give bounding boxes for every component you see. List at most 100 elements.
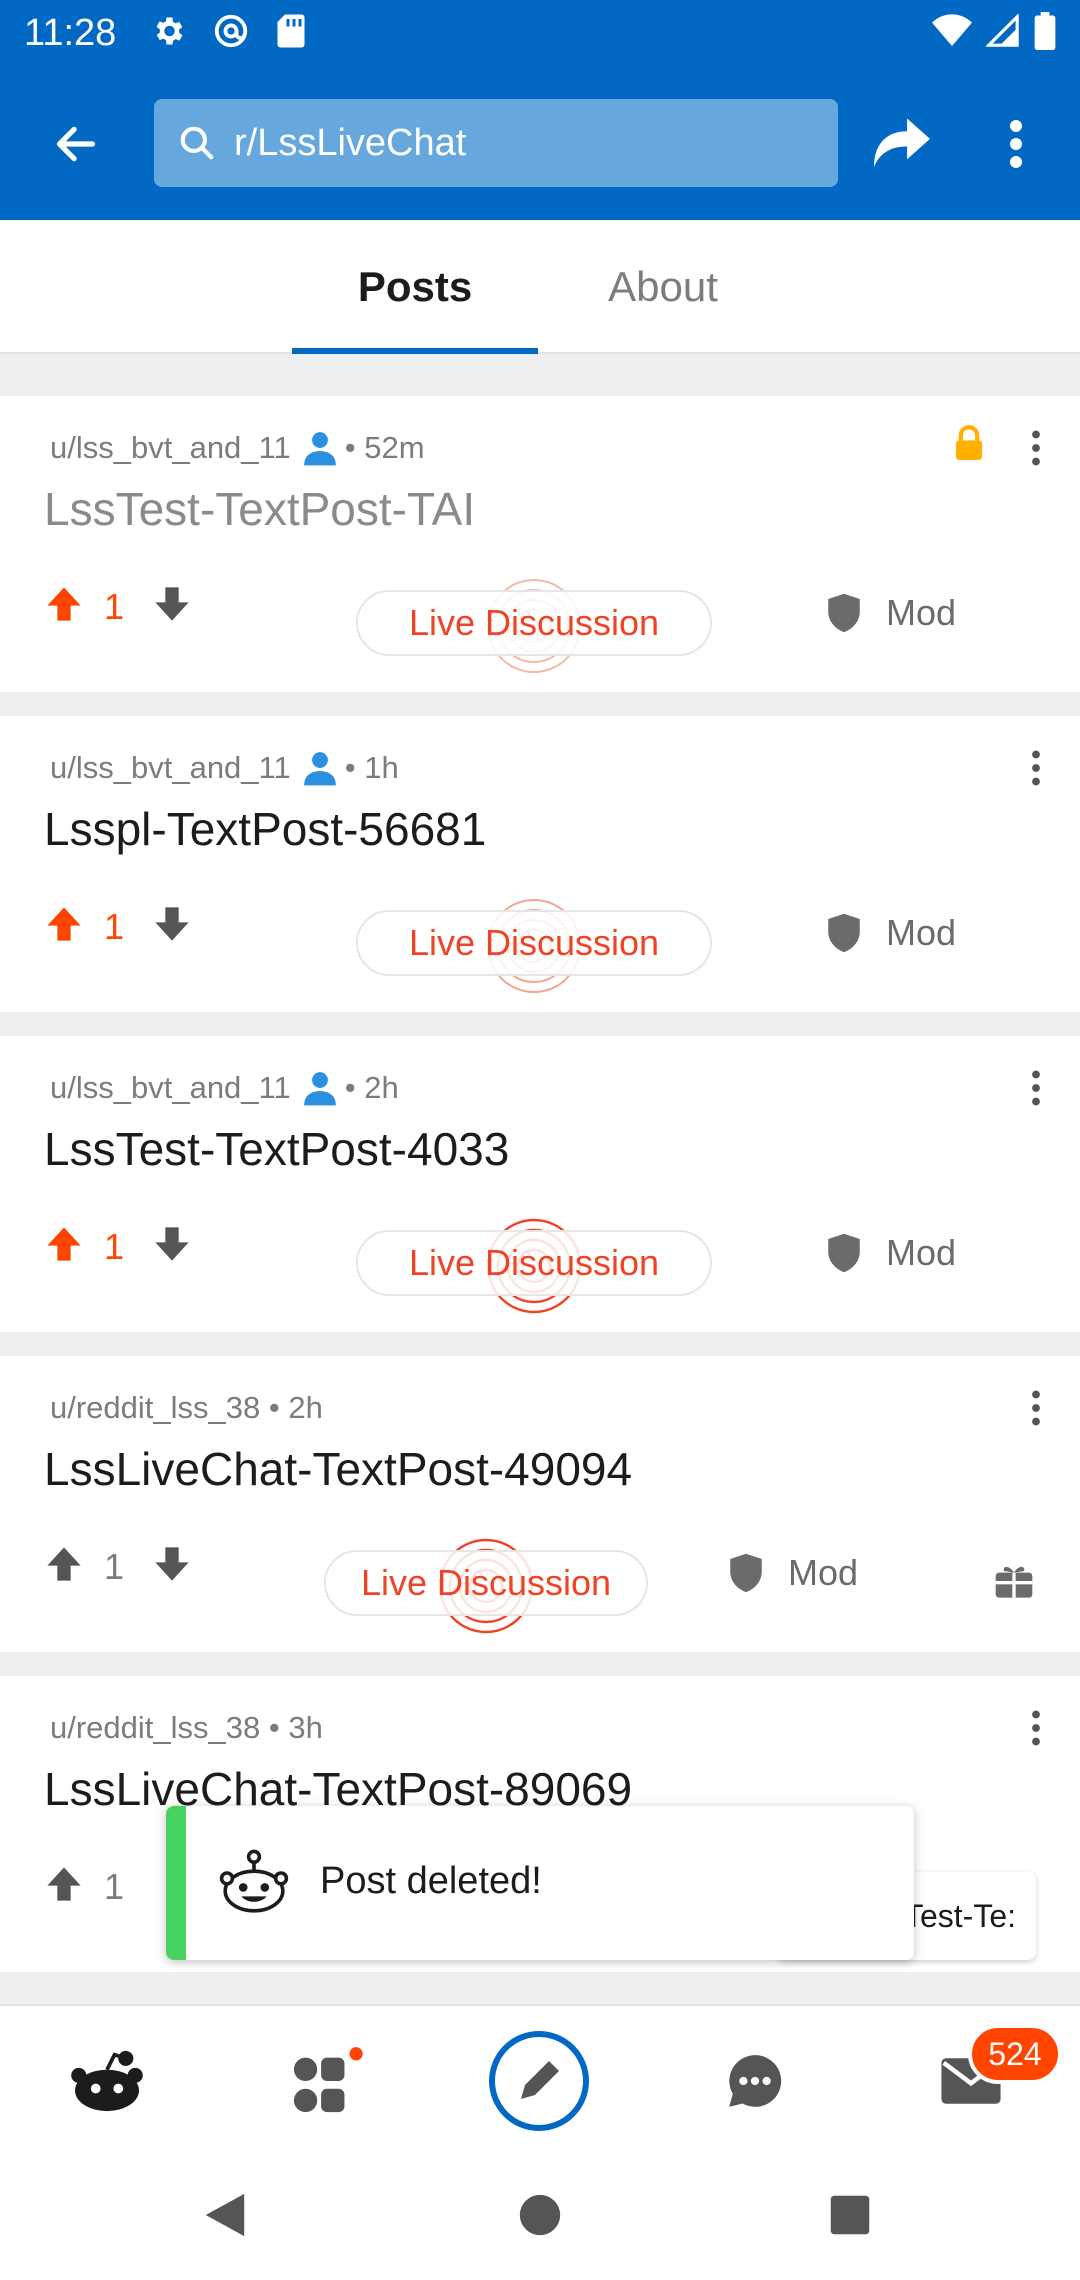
mod-button[interactable]: Mod [728,1552,858,1594]
meta-separator: • [268,1390,280,1425]
mod-button[interactable]: Mod [826,1232,956,1274]
shield-icon [826,912,862,954]
cell-signal-icon [985,12,1020,53]
meta-separator: • [344,750,356,785]
post-more-button[interactable] [1016,1058,1056,1118]
downvote-icon[interactable] [152,584,192,629]
search-input-value: r/LssLiveChat [234,121,467,164]
post-meta: u/reddit_lss_38 • 3h [50,1710,323,1746]
nav-create-post[interactable] [484,2026,594,2136]
downvote-icon[interactable] [152,904,192,949]
post-author[interactable]: u/reddit_lss_38 [50,1390,260,1426]
vote-count: 1 [104,585,125,627]
mod-button[interactable]: Mod [826,592,956,634]
battery-icon [1034,11,1056,55]
live-discussion[interactable]: Live Discussion [356,886,712,1006]
system-recents-button[interactable] [815,2180,885,2250]
post-card[interactable]: u/lss_bvt_and_11 • 52m LssTest-TextPost-… [0,396,1080,692]
shield-icon [826,1232,862,1274]
post-card[interactable]: u/reddit_lss_38 • 2h LssLiveChat-TextPos… [0,1356,1080,1652]
square-recents-icon [830,2195,870,2235]
post-meta: u/lss_bvt_and_11 • 1h [50,750,399,786]
more-vertical-icon [1010,120,1022,168]
chat-icon [729,2055,782,2107]
toast-accent-bar [166,1806,186,1960]
post-author[interactable]: u/lss_bvt_and_11 [50,1070,291,1106]
meta-separator: • [344,1070,356,1105]
post-card[interactable]: u/lss_bvt_and_11 • 1h Lsspl-TextPost-566… [0,716,1080,1012]
live-discussion-label: Live Discussion [324,1550,648,1616]
meta-separator: • [268,1710,280,1745]
shield-icon [826,592,862,634]
shield-icon [728,1552,764,1594]
user-icon [301,750,339,786]
user-icon [301,1070,339,1106]
tab-posts-label: Posts [357,263,473,310]
status-icons-left [150,12,306,55]
post-author[interactable]: u/reddit_lss_38 [50,1710,260,1746]
gift-icon[interactable] [994,1562,1034,1605]
toast-message: Post deleted! [320,1860,542,1902]
nav-home[interactable] [52,2026,162,2136]
post-age: 3h [288,1710,323,1745]
vote-controls: 1 [44,904,192,949]
mod-button[interactable]: Mod [826,912,956,954]
meta-separator: • [344,430,356,465]
status-time: 11:28 [24,11,117,54]
post-more-button[interactable] [1016,1378,1056,1438]
downvote-icon[interactable] [152,1224,192,1269]
back-button[interactable] [44,112,108,176]
live-discussion[interactable]: Live Discussion [356,566,712,686]
post-more-button[interactable] [1016,738,1056,798]
more-vertical-icon [1032,750,1040,786]
post-more-button[interactable] [1016,1698,1056,1758]
post-card[interactable]: u/lss_bvt_and_11 • 2h LssTest-TextPost-4… [0,1036,1080,1332]
downvote-icon[interactable] [152,1544,192,1589]
circle-home-icon [519,2194,561,2236]
vote-count: 1 [104,1865,125,1907]
toast-notification: Post deleted! [166,1806,914,1960]
live-discussion-label: Live Discussion [356,1230,712,1296]
nav-communities[interactable] [270,2026,380,2136]
post-title: Lsspl-TextPost-56681 [44,803,487,855]
tab-about[interactable]: About [560,220,766,354]
inbox-badge: 524 [968,2024,1062,2084]
post-author[interactable]: u/lss_bvt_and_11 [50,430,291,466]
share-button[interactable] [866,108,938,180]
live-discussion[interactable]: Live Discussion [356,1206,712,1326]
upvote-icon[interactable] [44,1544,84,1589]
search-bar[interactable]: r/LssLiveChat [154,99,838,187]
system-back-button[interactable] [190,2180,260,2250]
app-bar: r/LssLiveChat [0,66,1080,220]
post-age: 2h [364,1070,399,1105]
upvote-icon[interactable] [44,904,84,949]
upvote-icon[interactable] [44,584,84,629]
post-author[interactable]: u/lss_bvt_and_11 [50,750,291,786]
settings-icon [150,13,186,54]
tab-about-label: About [608,263,718,310]
vote-count: 1 [104,905,125,947]
wifi-icon [932,13,972,53]
create-post-icon [489,2031,589,2131]
post-age: 1h [364,750,399,785]
sd-card-icon [276,13,306,54]
upvote-icon[interactable] [44,1224,84,1269]
mod-label: Mod [788,1552,859,1593]
more-vertical-icon [1032,1710,1040,1746]
nav-chat[interactable] [700,2026,810,2136]
search-icon [180,126,214,160]
vote-count: 1 [104,1225,125,1267]
upvote-icon[interactable] [44,1864,84,1909]
more-vertical-icon [1032,1070,1040,1106]
post-more-button[interactable] [1016,418,1056,478]
tab-posts[interactable]: Posts [292,220,538,354]
live-discussion[interactable]: Live Discussion [324,1526,648,1646]
system-home-button[interactable] [505,2180,575,2250]
overflow-menu-button[interactable] [986,108,1046,180]
tab-bar: Posts About [0,220,1080,354]
mod-label: Mod [886,1232,957,1273]
post-feed: u/lss_bvt_and_11 • 52m LssTest-TextPost-… [0,354,1080,2004]
post-title: LssLiveChat-TextPost-49094 [44,1443,633,1495]
snoo-icon [218,1846,290,1923]
post-age: 52m [364,430,425,465]
